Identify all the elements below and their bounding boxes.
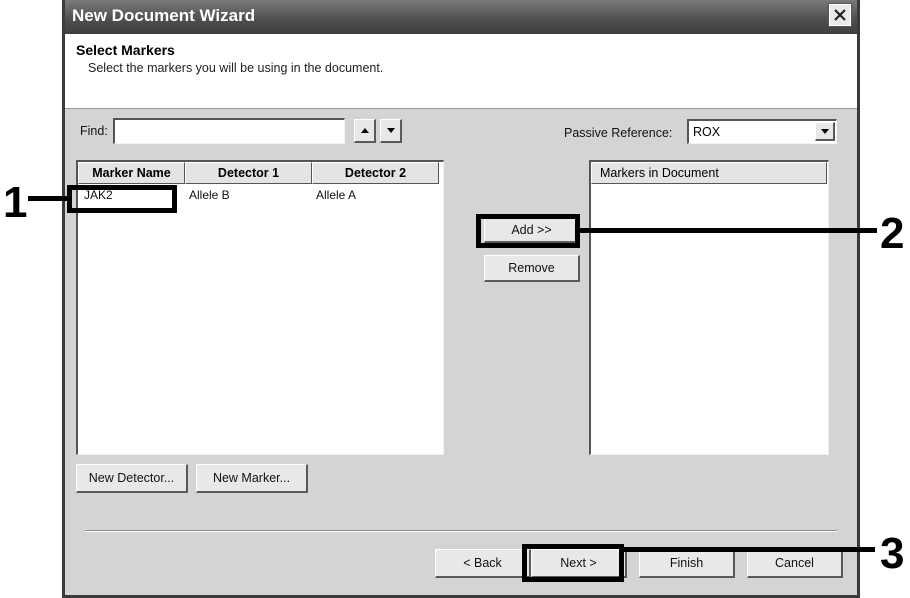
- callout-line-1: [28, 196, 68, 201]
- new-marker-button[interactable]: New Marker...: [196, 464, 308, 493]
- detector-1-cell: Allele B: [189, 188, 230, 202]
- find-input[interactable]: [113, 118, 345, 144]
- arrow-up-icon: [360, 128, 369, 133]
- passive-reference-value: ROX: [693, 125, 721, 139]
- column-header-detector-1[interactable]: Detector 1: [185, 162, 312, 184]
- callout-number-1: 1: [3, 178, 28, 227]
- passive-reference-label: Passive Reference:: [564, 126, 673, 140]
- markers-in-document-list[interactable]: Markers in Document: [589, 160, 829, 455]
- find-down-button[interactable]: [380, 119, 402, 143]
- close-button[interactable]: [828, 3, 852, 27]
- detector-2-cell: Allele A: [316, 188, 357, 202]
- window-title: New Document Wizard: [72, 6, 256, 25]
- callout-number-3: 3: [880, 529, 905, 578]
- markers-in-document-header: Markers in Document: [591, 162, 827, 184]
- wizard-header: Select Markers Select the markers you wi…: [65, 34, 857, 109]
- new-document-wizard-dialog: New Document Wizard Select Markers Selec…: [62, 0, 860, 598]
- callout-line-2: [579, 228, 877, 233]
- callout-line-3: [623, 547, 875, 552]
- page-title: Select Markers: [76, 42, 175, 58]
- column-header-detector-2[interactable]: Detector 2: [312, 162, 439, 184]
- remove-button[interactable]: Remove: [484, 255, 580, 282]
- callout-box-3: [522, 544, 624, 582]
- column-header-marker-name[interactable]: Marker Name: [78, 162, 185, 184]
- passive-reference-select[interactable]: ROX: [687, 119, 837, 144]
- passive-reference-dropdown-button[interactable]: [815, 122, 835, 141]
- title-bar[interactable]: New Document Wizard: [65, 0, 857, 34]
- footer-separator: [85, 530, 837, 532]
- close-icon: [834, 9, 846, 21]
- arrow-down-icon: [386, 128, 395, 133]
- callout-box-2: [476, 214, 580, 248]
- page-subtitle: Select the markers you will be using in …: [88, 61, 384, 75]
- finish-button[interactable]: Finish: [639, 549, 735, 578]
- cancel-button[interactable]: Cancel: [747, 549, 843, 578]
- find-up-button[interactable]: [354, 119, 376, 143]
- callout-number-2: 2: [880, 209, 905, 258]
- back-button[interactable]: < Back: [435, 549, 531, 578]
- new-detector-button[interactable]: New Detector...: [76, 464, 188, 493]
- find-label: Find:: [80, 124, 108, 138]
- callout-box-1: [67, 185, 177, 213]
- chevron-down-icon: [820, 128, 829, 134]
